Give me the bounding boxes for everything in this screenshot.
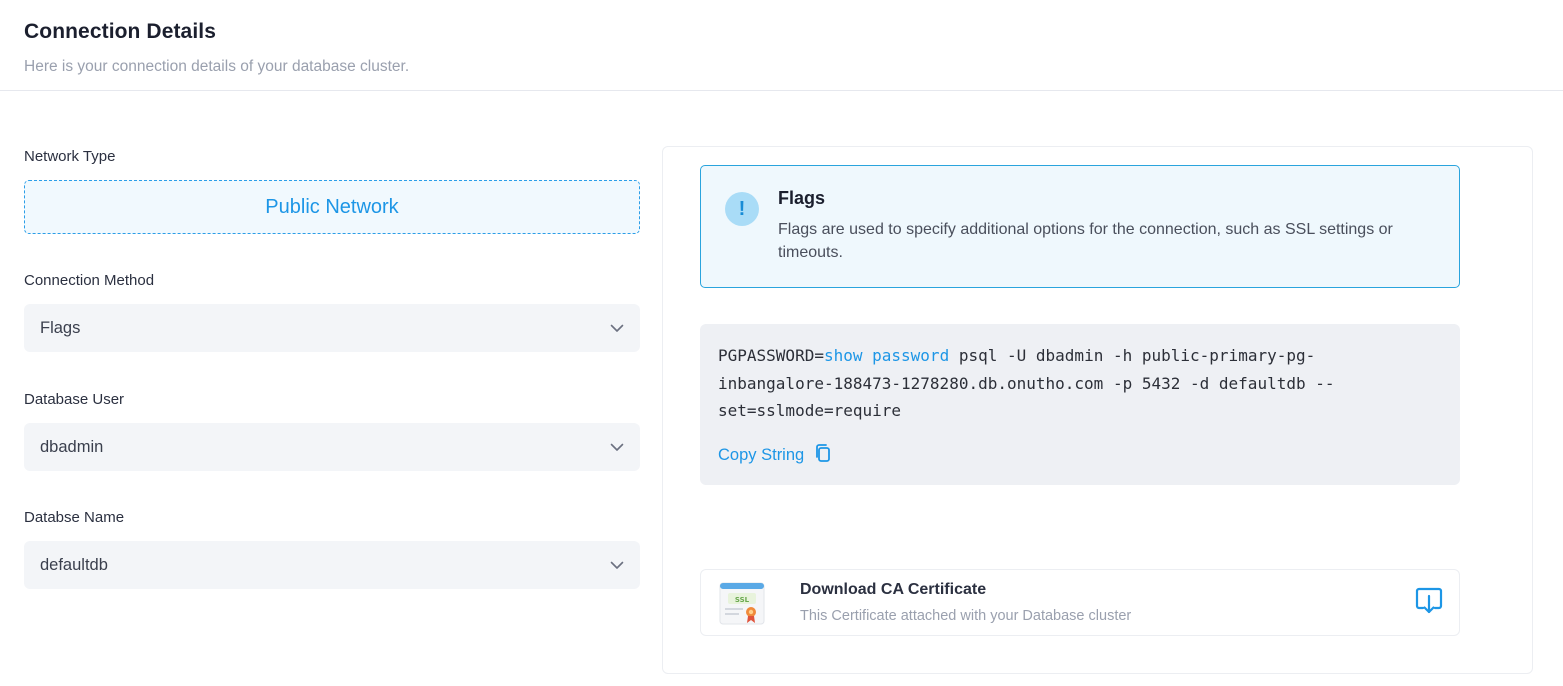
connection-panel: ! Flags Flags are used to specify additi… (662, 146, 1533, 674)
database-name-label: Databse Name (24, 509, 125, 526)
page-header: Connection Details Here is your connecti… (0, 0, 1563, 91)
certificate-subtitle: This Certificate attached with your Data… (800, 608, 1132, 624)
certificate-title: Download CA Certificate (800, 581, 987, 598)
download-certificate-button[interactable] (1413, 587, 1445, 619)
flags-info-box: ! Flags Flags are used to specify additi… (700, 165, 1460, 288)
connection-method-value: Flags (40, 318, 81, 337)
info-title: Flags (778, 188, 826, 208)
chevron-down-icon (610, 321, 624, 335)
download-icon (1414, 586, 1444, 621)
copy-icon (814, 443, 832, 468)
network-type-label: Network Type (24, 148, 116, 165)
exclamation-icon: ! (725, 192, 759, 226)
page-title: Connection Details (24, 20, 216, 43)
connection-string-box: PGPASSWORD=show password psql -U dbadmin… (700, 324, 1460, 485)
connection-string-prefix: PGPASSWORD= (718, 346, 824, 365)
copy-string-button[interactable]: Copy String (718, 443, 832, 468)
connection-method-select[interactable]: Flags (24, 304, 640, 352)
network-type-option[interactable]: Public Network (24, 180, 640, 234)
connection-method-label: Connection Method (24, 272, 155, 289)
chevron-down-icon (610, 440, 624, 454)
ssl-image-label: SSL (735, 596, 750, 604)
page-subtitle: Here is your connection details of your … (24, 58, 410, 75)
database-name-select[interactable]: defaultdb (24, 541, 640, 589)
database-user-label: Database User (24, 391, 125, 408)
show-password-link[interactable]: show password (824, 346, 949, 365)
ca-certificate-card: SSL Download CA Certificate This Certifi… (700, 569, 1460, 636)
info-text: Flags are used to specify additional opt… (778, 221, 1393, 261)
ssl-certificate-icon: SSL (719, 582, 765, 625)
database-user-select[interactable]: dbadmin (24, 423, 640, 471)
database-name-value: defaultdb (40, 555, 108, 574)
database-user-value: dbadmin (40, 437, 104, 456)
connection-string: PGPASSWORD=show password psql -U dbadmin… (718, 342, 1358, 425)
copy-string-label: Copy String (718, 446, 805, 464)
chevron-down-icon (610, 558, 624, 572)
